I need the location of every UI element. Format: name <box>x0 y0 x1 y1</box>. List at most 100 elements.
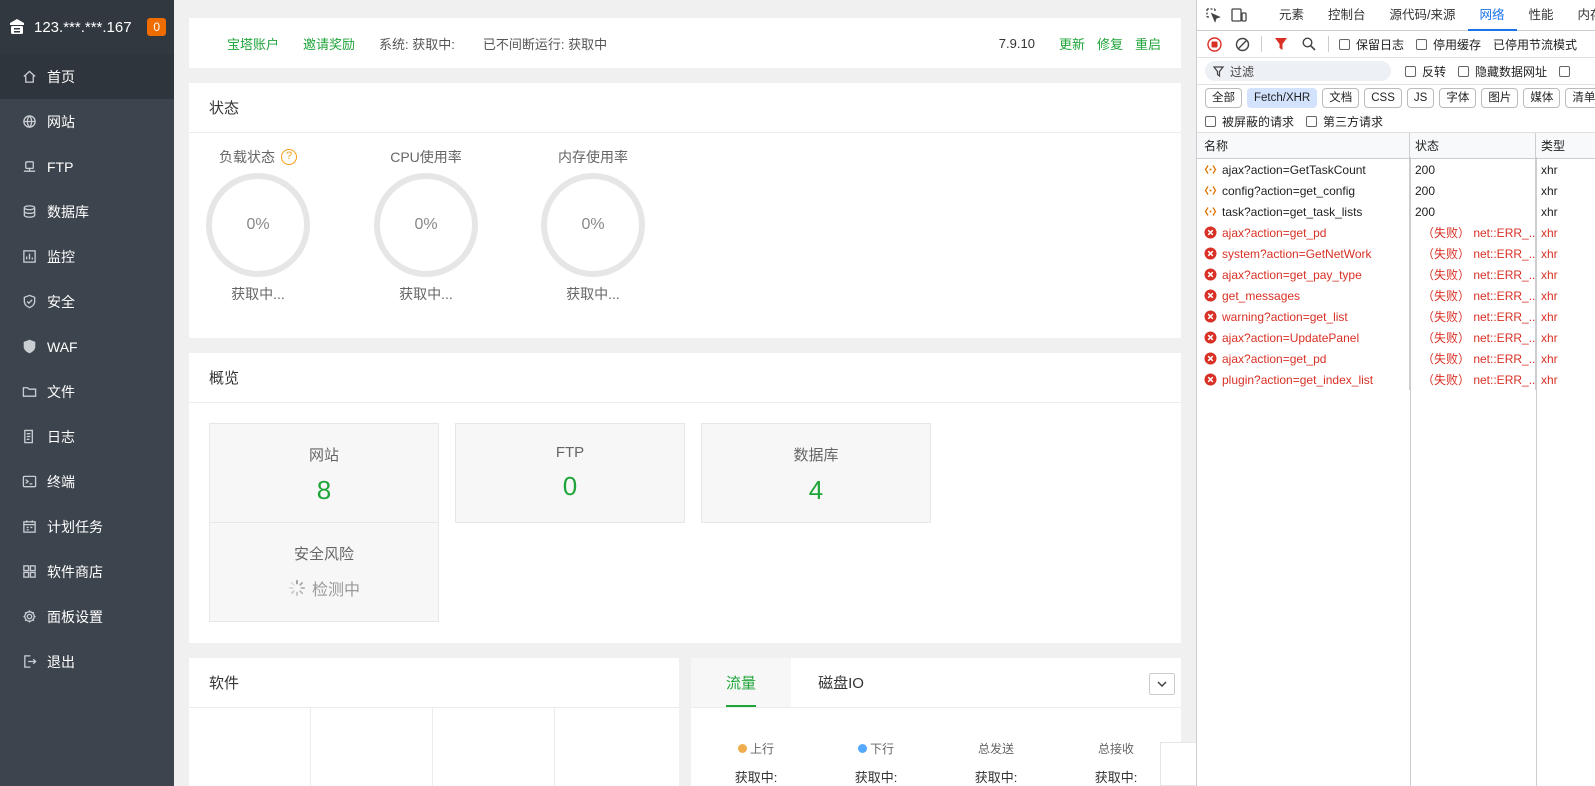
request-row[interactable]: get_messages （失败） net::ERR_... xhr <box>1197 285 1595 306</box>
main-content: 宝塔账户 邀请奖励 系统: 获取中: 已不间断运行: 获取中 7.9.10 更新… <box>174 0 1196 786</box>
request-name: ajax?action=UpdatePanel <box>1222 330 1360 345</box>
sidebar-item-8[interactable]: 日志 <box>0 414 174 459</box>
sidebar-item-9[interactable]: 终端 <box>0 459 174 504</box>
request-row[interactable]: system?action=GetNetWork （失败） net::ERR_..… <box>1197 243 1595 264</box>
devtools-tab-1[interactable]: 控制台 <box>1316 0 1378 31</box>
type-filter-chip[interactable]: 全部 <box>1205 88 1242 108</box>
sidebar-item-4[interactable]: 监控 <box>0 234 174 279</box>
type-filter-chip[interactable]: 图片 <box>1481 88 1519 108</box>
request-row[interactable]: ajax?action=GetTaskCount 200 xhr <box>1197 159 1595 180</box>
hide-data-urls-checkbox[interactable]: 隐藏数据网址 <box>1458 63 1547 80</box>
invert-checkbox[interactable]: 反转 <box>1405 63 1446 80</box>
network-select-dropdown[interactable] <box>1149 673 1175 695</box>
sidebar-item-13[interactable]: 退出 <box>0 639 174 684</box>
devtools-tab-5[interactable]: 内存 <box>1566 0 1595 31</box>
type-filter-chip[interactable]: 文档 <box>1322 88 1360 108</box>
filter-funnel-icon[interactable] <box>1272 35 1290 53</box>
monitor-icon <box>21 249 37 265</box>
sidebar-item-11[interactable]: 软件商店 <box>0 549 174 594</box>
sidebar-item-5[interactable]: 安全 <box>0 279 174 324</box>
sidebar-item-label: 数据库 <box>47 203 89 220</box>
overview-count[interactable]: 4 <box>702 475 930 506</box>
disable-cache-checkbox[interactable]: 停用缓存 <box>1416 36 1481 53</box>
update-link[interactable]: 更新 <box>1059 34 1085 53</box>
column-status[interactable]: 状态 <box>1410 133 1536 158</box>
request-type: xhr <box>1541 372 1558 387</box>
sidebar-item-3[interactable]: 数据库 <box>0 189 174 234</box>
type-filter-chip[interactable]: 清单 <box>1565 88 1595 108</box>
sidebar-item-0[interactable]: 首页 <box>0 54 174 99</box>
filter-input[interactable]: 过滤 <box>1205 61 1391 81</box>
overview-label: 数据库 <box>793 447 839 464</box>
request-row[interactable]: ajax?action=get_pd （失败） net::ERR_... xhr <box>1197 222 1595 243</box>
overview-card: 概览 网站 8 FTP 0 数据库 4 安全风险 检测中 <box>189 353 1181 643</box>
overview-databases[interactable]: 数据库 4 <box>701 423 931 523</box>
request-row[interactable]: ajax?action=get_pay_type （失败） net::ERR_..… <box>1197 264 1595 285</box>
checkbox-label: 第三方请求 <box>1323 115 1384 129</box>
error-icon <box>1204 268 1217 281</box>
overview-websites[interactable]: 网站 8 <box>209 423 439 523</box>
repair-link[interactable]: 修复 <box>1097 34 1123 53</box>
type-filter-chip[interactable]: CSS <box>1364 88 1402 108</box>
tab-disk-io[interactable]: 磁盘IO <box>791 658 891 707</box>
sidebar-item-6[interactable]: WAF <box>0 324 174 369</box>
status-title: 状态 <box>189 83 1181 133</box>
sidebar-item-10[interactable]: 计划任务 <box>0 504 174 549</box>
throttle-select[interactable]: 已停用节流模式 <box>1493 36 1577 53</box>
type-filter-chip[interactable]: JS <box>1406 88 1435 108</box>
devtools-tab-4[interactable]: 性能 <box>1517 0 1566 31</box>
cpu-gauge[interactable]: CPU使用率 0% 获取中... <box>374 145 478 304</box>
overview-ftp[interactable]: FTP 0 <box>455 423 685 523</box>
tab-traffic[interactable]: 流量 <box>691 658 791 707</box>
checkbox-label: 反转 <box>1422 64 1447 79</box>
message-count-badge[interactable]: 0 <box>147 18 166 36</box>
restart-link[interactable]: 重启 <box>1135 34 1161 53</box>
system-info: 系统: 获取中: <box>379 36 455 52</box>
devtools-panel: 元素控制台源代码/来源网络性能内存 保留日志 停用缓存 已停用节流模式 过滤 反… <box>1196 0 1595 786</box>
upload-dot-icon <box>737 744 747 753</box>
column-type[interactable]: 类型 <box>1536 133 1595 158</box>
request-status: （失败） net::ERR_... <box>1422 226 1536 240</box>
device-toggle-icon[interactable] <box>1231 6 1247 24</box>
overview-count[interactable]: 8 <box>210 475 438 506</box>
devtools-tab-3[interactable]: 网络 <box>1467 0 1517 31</box>
request-row[interactable]: task?action=get_task_lists 200 xhr <box>1197 201 1595 222</box>
overview-count[interactable]: 0 <box>456 471 684 502</box>
record-stop-icon[interactable] <box>1205 35 1223 53</box>
blocked-requests-checkbox[interactable]: 被屏蔽的请求 <box>1205 113 1294 130</box>
request-type: xhr <box>1541 183 1558 198</box>
third-party-checkbox[interactable]: 第三方请求 <box>1306 113 1383 130</box>
inspect-element-icon[interactable] <box>1205 6 1221 24</box>
memory-gauge[interactable]: 内存使用率 0% 获取中... <box>541 145 645 304</box>
request-status: 200 <box>1415 204 1436 219</box>
search-icon[interactable] <box>1300 35 1318 53</box>
stat-value: 获取中: <box>734 770 778 785</box>
request-row[interactable]: config?action=get_config 200 xhr <box>1197 180 1595 201</box>
request-row[interactable]: warning?action=get_list （失败） net::ERR_...… <box>1197 306 1595 327</box>
sidebar-item-7[interactable]: 文件 <box>0 369 174 414</box>
gauge-ring: 0% <box>206 173 310 277</box>
request-row[interactable]: plugin?action=get_index_list （失败） net::ER… <box>1197 369 1595 390</box>
sidebar-item-2[interactable]: FTP <box>0 144 174 189</box>
request-row[interactable]: ajax?action=get_pd （失败） net::ERR_... xhr <box>1197 348 1595 369</box>
devtools-tab-0[interactable]: 元素 <box>1267 0 1316 31</box>
more-filter-checkbox[interactable] <box>1559 65 1576 77</box>
request-name: ajax?action=get_pd <box>1222 225 1327 240</box>
sidebar-item-1[interactable]: 网站 <box>0 99 174 144</box>
devtools-tab-2[interactable]: 源代码/来源 <box>1378 0 1468 31</box>
type-filter-chip[interactable]: Fetch/XHR <box>1247 88 1318 108</box>
overview-security-risk[interactable]: 安全风险 检测中 <box>209 522 439 622</box>
help-icon[interactable]: ? <box>281 149 297 165</box>
load-gauge[interactable]: 负载状态? 0% 获取中... <box>206 145 310 304</box>
sidebar-item-12[interactable]: 面板设置 <box>0 594 174 639</box>
preserve-log-checkbox[interactable]: 保留日志 <box>1339 36 1404 53</box>
bt-account-link[interactable]: 宝塔账户 <box>227 34 279 53</box>
download-dot-icon <box>857 744 867 753</box>
clear-icon[interactable] <box>1233 35 1251 53</box>
column-name[interactable]: 名称 <box>1197 133 1410 158</box>
type-filter-chip[interactable]: 字体 <box>1439 88 1477 108</box>
request-row[interactable]: ajax?action=UpdatePanel （失败） net::ERR_...… <box>1197 327 1595 348</box>
stat-value: 获取中: <box>1094 770 1138 785</box>
invite-reward-link[interactable]: 邀请奖励 <box>303 34 355 53</box>
type-filter-chip[interactable]: 媒体 <box>1523 88 1561 108</box>
